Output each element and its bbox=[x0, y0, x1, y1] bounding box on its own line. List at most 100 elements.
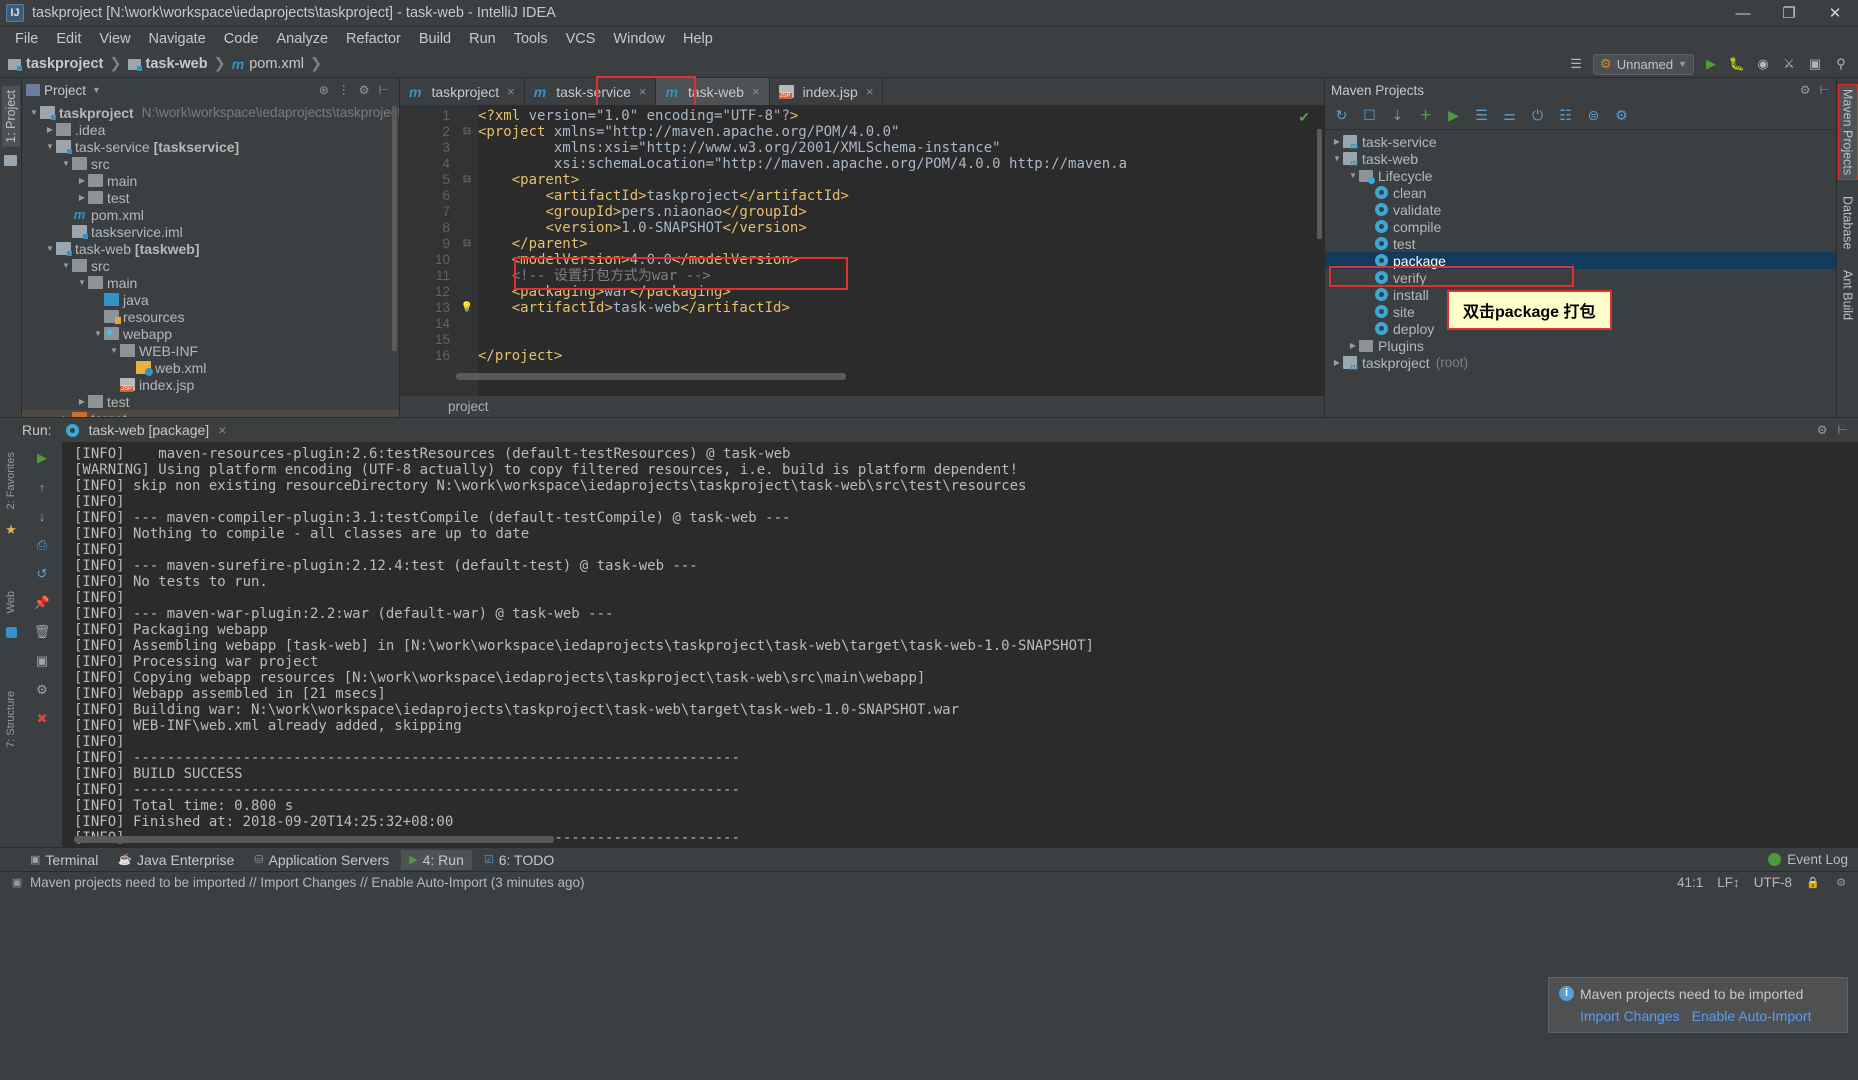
gear-icon[interactable]: ⚙ bbox=[1800, 83, 1811, 97]
maximize-button[interactable]: ❐ bbox=[1766, 0, 1812, 27]
collapse-all-icon[interactable]: ⊜ bbox=[1585, 107, 1602, 124]
maven-tree-row-verify[interactable]: verify bbox=[1325, 269, 1836, 286]
chevron-down-icon[interactable]: ▼ bbox=[108, 346, 120, 355]
editor-scrollbar[interactable] bbox=[1317, 129, 1322, 239]
code-line[interactable]: </project> bbox=[478, 348, 1324, 364]
code-line[interactable]: xmlns:xsi="http://www.w3.org/2001/XMLSch… bbox=[478, 140, 1324, 156]
sidebar-tab-ant-build[interactable]: Ant Build bbox=[1839, 266, 1857, 324]
maven-tree-row-task-web[interactable]: ▼ task-web bbox=[1325, 150, 1836, 169]
pin-icon[interactable]: 📌 bbox=[32, 593, 52, 613]
project-tree[interactable]: ▼ taskproject N:\work\workspace\iedaprojec… bbox=[22, 102, 399, 417]
chevron-down-icon[interactable]: ▼ bbox=[76, 278, 88, 287]
editor-hscrollbar[interactable] bbox=[456, 373, 846, 380]
chevron-right-icon[interactable]: ▶ bbox=[60, 414, 72, 417]
code-line[interactable] bbox=[478, 332, 1324, 348]
chevron-right-icon[interactable]: ▶ bbox=[1331, 358, 1343, 367]
sidebar-tab-project[interactable]: 1: Project bbox=[1, 86, 20, 147]
minimize-button[interactable]: — bbox=[1720, 0, 1766, 27]
export-icon[interactable]: ▣ bbox=[32, 651, 52, 671]
project-tree-row[interactable]: ▼ task-web [taskweb] bbox=[22, 240, 399, 257]
maven-tree-row-validate[interactable]: validate bbox=[1325, 201, 1836, 218]
print-icon[interactable]: ⎙ bbox=[32, 535, 52, 555]
menu-item-run[interactable]: Run bbox=[460, 29, 505, 49]
editor-tab-task-web[interactable]: m task-web × bbox=[656, 78, 770, 105]
project-tree-row[interactable]: ▼ src bbox=[22, 155, 399, 172]
generate-sources-icon[interactable]: ☐ bbox=[1361, 107, 1378, 124]
soft-wrap-icon[interactable]: ↺ bbox=[32, 564, 52, 584]
code-line[interactable]: <version>1.0-SNAPSHOT</version> bbox=[478, 220, 1324, 236]
close-icon[interactable]: × bbox=[507, 84, 515, 99]
maven-tree-row-clean[interactable]: clean bbox=[1325, 184, 1836, 201]
code-line[interactable]: <?xml version="1.0" encoding="UTF-8"?> bbox=[478, 108, 1324, 124]
console-hscrollbar[interactable] bbox=[74, 836, 554, 843]
maven-tree-row-compile[interactable]: compile bbox=[1325, 218, 1836, 235]
close-button[interactable]: ✕ bbox=[1812, 0, 1858, 27]
close-icon[interactable]: ✖ bbox=[32, 709, 52, 729]
run-configuration-selector[interactable]: ⚙ Unnamed ▼ bbox=[1593, 53, 1694, 75]
project-tree-row[interactable]: ▶ test bbox=[22, 189, 399, 206]
rerun-icon[interactable]: ▶ bbox=[32, 448, 52, 468]
fold-icon[interactable]: ⊟ bbox=[456, 236, 478, 252]
project-scrollbar[interactable] bbox=[392, 106, 397, 351]
menu-item-help[interactable]: Help bbox=[674, 29, 722, 49]
intention-bulb-icon[interactable]: 💡 bbox=[456, 300, 478, 316]
scroll-up-icon[interactable]: ↑ bbox=[32, 477, 52, 497]
add-icon[interactable]: + bbox=[1417, 105, 1434, 126]
menu-item-view[interactable]: View bbox=[90, 29, 139, 49]
editor-tab-index-jsp[interactable]: index.jsp × bbox=[770, 78, 884, 105]
menu-item-refactor[interactable]: Refactor bbox=[337, 29, 410, 49]
project-tree-row[interactable]: taskservice.iml bbox=[22, 223, 399, 240]
chevron-down-icon[interactable]: ▼ bbox=[92, 85, 101, 95]
bottom-tab-java-enterprise[interactable]: ☕ Java Enterprise bbox=[110, 850, 242, 870]
hide-icon[interactable]: ⊢ bbox=[1820, 83, 1830, 97]
chevron-right-icon[interactable]: ▶ bbox=[1331, 137, 1343, 146]
coverage-icon[interactable]: ◉ bbox=[1754, 55, 1772, 73]
search-icon[interactable]: ⚲ bbox=[1832, 55, 1850, 73]
console-output[interactable]: [INFO] maven-resources-plugin:2.6:testRe… bbox=[62, 442, 1858, 847]
menu-item-file[interactable]: File bbox=[6, 29, 47, 49]
hide-icon[interactable]: ⊢ bbox=[1838, 423, 1848, 437]
code-line[interactable] bbox=[478, 316, 1324, 332]
menu-item-edit[interactable]: Edit bbox=[47, 29, 90, 49]
run-icon[interactable]: ▶ bbox=[1702, 55, 1720, 73]
chevron-down-icon[interactable]: ▼ bbox=[28, 108, 40, 117]
project-tree-row[interactable]: ▼ main bbox=[22, 274, 399, 291]
event-log-area[interactable]: Event Log bbox=[1768, 852, 1858, 867]
maven-tree[interactable]: ▶task-service▼task-web▼Lifecyclecleanval… bbox=[1325, 130, 1836, 417]
sidebar-tab-favorites[interactable]: 2: Favorites bbox=[3, 448, 19, 513]
close-icon[interactable]: × bbox=[218, 422, 226, 438]
code-line[interactable]: <parent> bbox=[478, 172, 1324, 188]
maven-tree-row-taskproject[interactable]: ▶ taskproject (root) bbox=[1325, 354, 1836, 373]
project-tree-row[interactable]: ▼ webapp bbox=[22, 325, 399, 342]
maven-tree-row-lifecycle[interactable]: ▼ Lifecycle bbox=[1325, 167, 1836, 184]
code-line[interactable]: <artifactId>task-web</artifactId> bbox=[478, 300, 1324, 316]
run-icon[interactable]: ▶ bbox=[1445, 107, 1462, 124]
code-line[interactable]: </parent> bbox=[478, 236, 1324, 252]
settings-icon[interactable]: ⚙ bbox=[1613, 107, 1630, 124]
bottom-tab-6-todo[interactable]: ☑ 6: TODO bbox=[476, 850, 562, 870]
lock-icon[interactable]: 🔒 bbox=[1806, 876, 1820, 890]
project-tree-row[interactable]: ▶ .idea bbox=[22, 121, 399, 138]
editor-tab-task-service[interactable]: m task-service × bbox=[525, 78, 657, 105]
fold-icon[interactable]: ⊟ bbox=[456, 124, 478, 140]
sidebar-tab-maven-projects[interactable]: Maven Projects bbox=[1837, 84, 1858, 181]
project-tree-row[interactable]: java bbox=[22, 291, 399, 308]
code-line[interactable]: xsi:schemaLocation="http://maven.apache.… bbox=[478, 156, 1324, 172]
project-tree-row[interactable]: ▶ main bbox=[22, 172, 399, 189]
scroll-down-icon[interactable]: ↓ bbox=[32, 506, 52, 526]
bottom-tab-4-run[interactable]: ▶ 4: Run bbox=[401, 849, 472, 870]
chevron-right-icon[interactable]: ▶ bbox=[44, 125, 56, 134]
code-line[interactable]: <!-- 设置打包方式为war --> bbox=[478, 268, 1324, 284]
chevron-right-icon[interactable]: ▶ bbox=[76, 176, 88, 185]
project-tree-row[interactable]: index.jsp bbox=[22, 376, 399, 393]
expand-icon[interactable]: ⋮ bbox=[338, 83, 350, 97]
code-line[interactable]: <project xmlns="http://maven.apache.org/… bbox=[478, 124, 1324, 140]
enable-auto-import-link[interactable]: Enable Auto-Import bbox=[1692, 1008, 1812, 1024]
project-tree-row[interactable]: resources bbox=[22, 308, 399, 325]
collapse-all-icon[interactable]: ⊛ bbox=[319, 83, 329, 97]
stack-icon[interactable]: ☰ bbox=[1567, 55, 1585, 73]
menu-item-window[interactable]: Window bbox=[604, 29, 674, 49]
chevron-down-icon[interactable]: ▼ bbox=[1347, 171, 1359, 180]
toggle-skip-tests-icon[interactable]: ⚌ bbox=[1501, 107, 1518, 124]
code-editor[interactable]: 1 2 3 4 5 6 7 8 9 10 11 12 13 14 15 16 ⊟ ⊟ ⊟ 💡 <?xml ve… bbox=[400, 105, 1324, 396]
